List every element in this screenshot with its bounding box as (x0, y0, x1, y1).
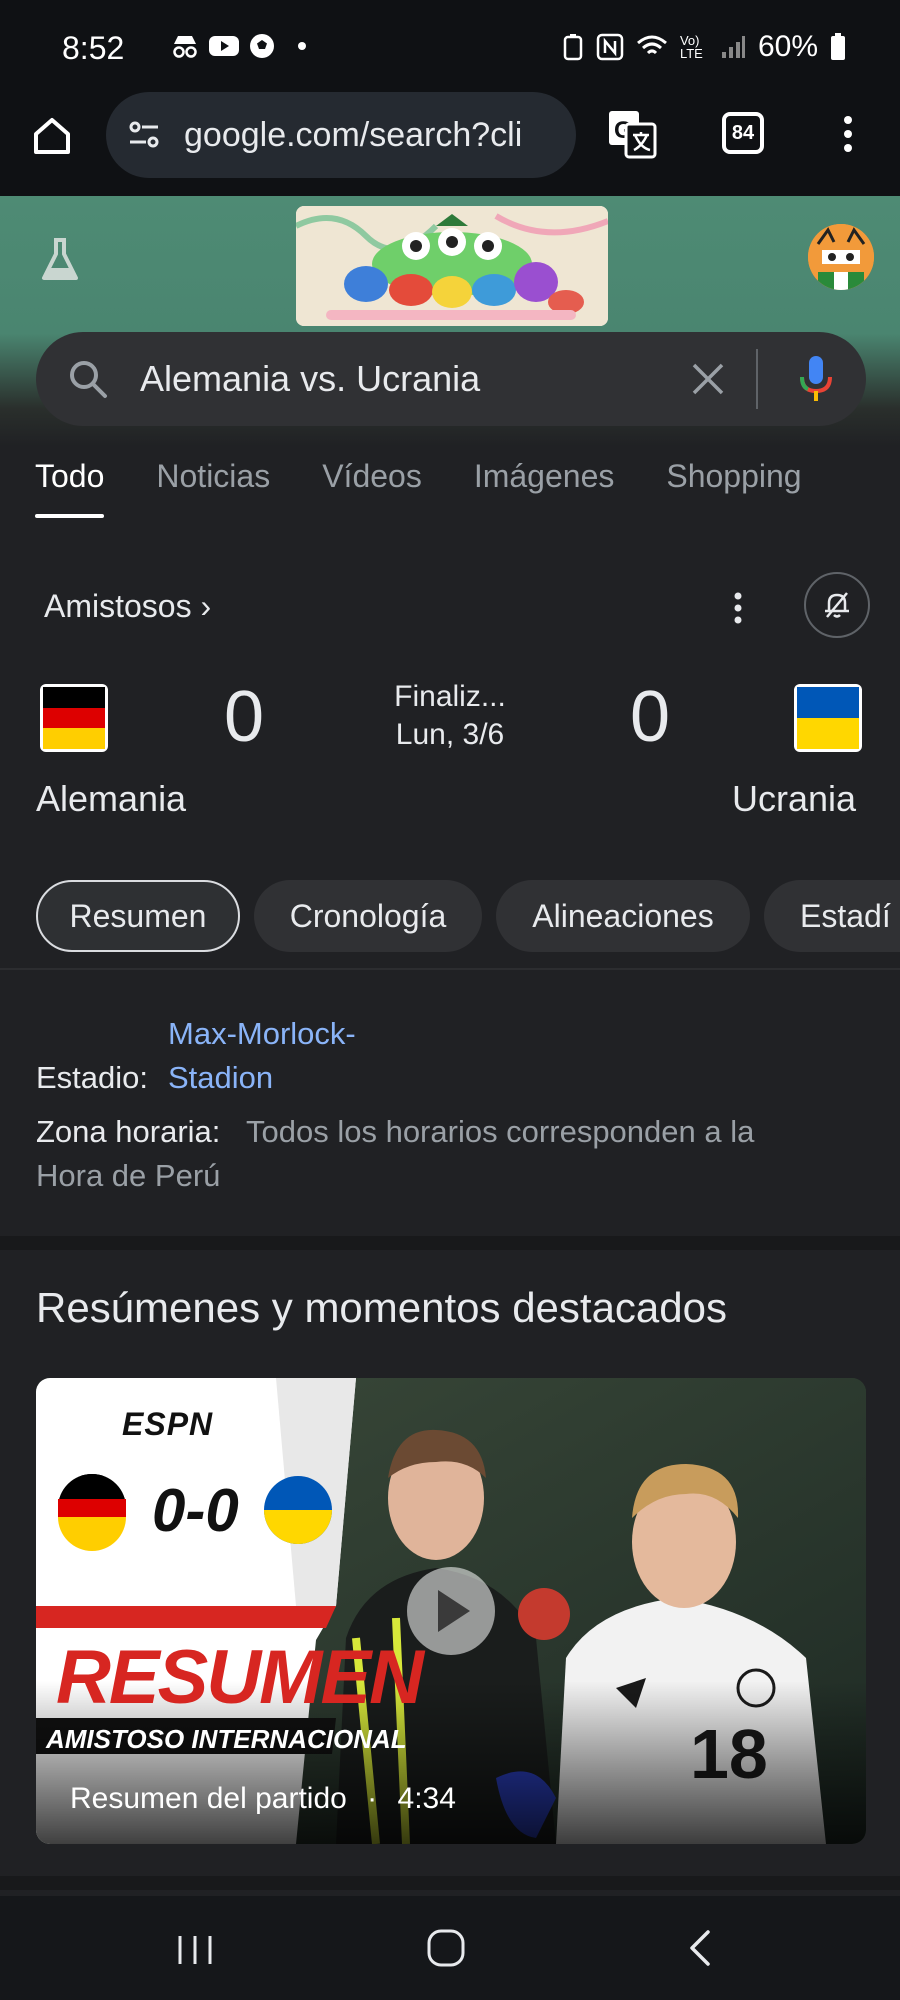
home-icon (34, 118, 70, 154)
back-button[interactable] (682, 1926, 718, 1970)
section-separator (0, 1236, 900, 1250)
more-vert-icon (734, 592, 742, 624)
section-separator (0, 1876, 900, 1890)
more-notifications-dot (298, 42, 306, 50)
match-status-text: Finaliz... (394, 680, 506, 713)
nfc-icon (596, 33, 624, 61)
browser-toolbar: google.com/search?cli G 84 (0, 92, 900, 196)
follow-match-button[interactable] (804, 572, 870, 638)
tab-shopping[interactable]: Shopping (666, 458, 801, 528)
competition-link[interactable]: Amistosos › (44, 588, 211, 625)
browser-menu-button[interactable] (836, 114, 860, 154)
tab-todo[interactable]: Todo (35, 458, 105, 528)
away-team-name: Ucrania (732, 778, 857, 819)
ukraine-flag-icon (794, 684, 862, 752)
away-score: 0 (630, 677, 671, 757)
system-icons: Vo) LTE 60% (562, 30, 846, 64)
timezone-value-1: Todos los horarios corresponden a la (246, 1114, 755, 1149)
translate-button[interactable]: G (606, 108, 658, 160)
clear-search-icon[interactable] (690, 361, 726, 397)
video-title: Resumen del partido (70, 1782, 347, 1815)
home-button[interactable] (28, 112, 76, 160)
tab-count: 84 (731, 121, 755, 144)
soccer-ball-icon (250, 34, 274, 58)
chip-alineaciones[interactable]: Alineaciones (496, 880, 750, 952)
chip-resumen[interactable]: Resumen (36, 880, 240, 952)
search-tabs: Todo Noticias Vídeos Imágenes Shopping (0, 458, 900, 528)
recents-icon (178, 1936, 212, 1964)
system-nav-bar (0, 1896, 900, 2000)
flask-icon (42, 238, 78, 280)
home-circle-icon (427, 1929, 465, 1967)
chip-cronologia[interactable]: Cronología (254, 880, 482, 952)
wifi-icon (636, 35, 667, 55)
section-divider (0, 968, 900, 970)
stadium-link-line2[interactable]: Stadion (168, 1060, 273, 1096)
match-status: Finaliz... Lun, 3/6 (340, 678, 560, 754)
url-text[interactable]: google.com/search?cli (184, 116, 569, 155)
match-menu-button[interactable] (726, 590, 750, 626)
chip-estadisticas[interactable]: Estadí (764, 880, 900, 952)
highlight-video[interactable]: 18 ESPN 0-0 RESUMEN AMISTOSO INTERNACION… (36, 1378, 866, 1844)
signal-icon (721, 36, 745, 58)
video-headline: RESUMEN (56, 1635, 424, 1720)
status-bar: 8:52 Vo) LTE 60% (0, 0, 900, 100)
battery-percent: 60% (757, 30, 818, 63)
bell-add-icon (825, 592, 849, 618)
highlights-title: Resúmenes y momentos destacados (36, 1284, 728, 1331)
account-avatar[interactable] (808, 224, 874, 290)
avatar-image (808, 224, 874, 290)
home-score: 0 (224, 677, 265, 757)
notification-icons (170, 32, 306, 60)
search-query[interactable]: Alemania vs. Ucrania (140, 358, 690, 400)
caption-separator: · (367, 1782, 378, 1815)
timezone-value-2: Hora de Perú (36, 1158, 221, 1193)
video-thumbnail: 18 (36, 1378, 866, 1844)
translate-icon: G (609, 111, 657, 159)
recents-button[interactable] (170, 1930, 220, 1970)
youtube-icon (209, 36, 239, 56)
tab-label: Todo (35, 458, 105, 494)
battery-saver-icon (563, 34, 583, 61)
chip-label: Estadí (800, 897, 891, 934)
stadium-link-line1[interactable]: Max-Morlock- (168, 1016, 356, 1052)
video-subheadline: AMISTOSO INTERNACIONAL (46, 1724, 407, 1754)
chip-label: Resumen (69, 897, 207, 934)
search-box[interactable]: Alemania vs. Ucrania (36, 332, 866, 426)
incognito-icon (173, 36, 197, 58)
tab-imagenes[interactable]: Imágenes (474, 458, 615, 528)
tab-switcher-button[interactable]: 84 (722, 112, 764, 154)
video-caption: Resumen del partido · 4:34 (70, 1782, 456, 1816)
stadium-label: Estadio: (36, 1060, 149, 1095)
more-vert-icon (844, 116, 852, 152)
google-doodle[interactable] (296, 206, 608, 326)
system-home-button[interactable] (424, 1926, 468, 1970)
tab-videos[interactable]: Vídeos (322, 458, 422, 528)
labs-button[interactable] (38, 236, 82, 284)
chip-label: Cronología (289, 897, 447, 934)
site-settings-icon[interactable] (124, 115, 164, 155)
search-header: Alemania vs. Ucrania (0, 196, 900, 446)
video-duration: 4:34 (397, 1782, 456, 1815)
video-brand: ESPN (122, 1406, 214, 1442)
search-icon (70, 361, 107, 398)
germany-flag-icon (40, 684, 108, 752)
match-date: Lun, 3/6 (395, 718, 505, 751)
timezone-label: Zona horaria: (36, 1114, 221, 1149)
back-icon (690, 1930, 710, 1966)
chip-label: Alineaciones (532, 897, 714, 934)
status-time: 8:52 (62, 30, 125, 66)
active-tab-indicator (35, 514, 105, 518)
video-score: 0-0 (152, 1477, 239, 1544)
microphone-icon[interactable] (796, 353, 836, 405)
volte-label: Vo) LTE (679, 33, 703, 61)
battery-icon (831, 33, 845, 60)
tab-noticias[interactable]: Noticias (156, 458, 270, 528)
home-team-name: Alemania (36, 778, 187, 819)
search-divider (756, 349, 758, 409)
doodle-frogs-image (296, 206, 608, 326)
address-bar[interactable]: google.com/search?cli (106, 92, 576, 178)
